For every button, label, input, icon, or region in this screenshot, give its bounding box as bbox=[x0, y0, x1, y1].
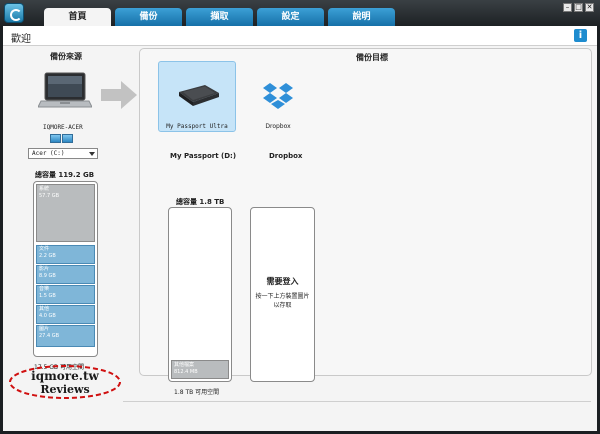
watermark-line1: iqmore.tw bbox=[31, 369, 99, 383]
segment-other: 其他 4.0 GB bbox=[36, 305, 95, 324]
tab-retrieve[interactable]: 擷取 bbox=[186, 8, 253, 26]
drive-select[interactable]: Acer (C:) bbox=[28, 148, 98, 159]
source-refresh-button[interactable] bbox=[62, 134, 73, 143]
info-icon[interactable]: i bbox=[574, 29, 587, 42]
segment-size: 8.9 GB bbox=[39, 273, 56, 279]
system-segment-label: 系統 bbox=[39, 186, 50, 192]
segment-label: 圖片 bbox=[39, 326, 50, 332]
segment-music: 音樂 1.5 GB bbox=[36, 285, 95, 304]
segment-size: 27.4 GB bbox=[39, 333, 60, 339]
other-files-label: 其他檔案 bbox=[174, 362, 195, 368]
hard-drive-icon bbox=[179, 85, 219, 106]
segment-label: 影片 bbox=[39, 266, 50, 272]
device-card-my-passport[interactable]: My Passport Ultra bbox=[158, 61, 236, 132]
segment-label: 文件 bbox=[39, 246, 50, 252]
app-logo-icon bbox=[4, 3, 24, 23]
header-bar: 歡迎 i bbox=[3, 26, 597, 46]
system-segment: 系統 57.7 GB bbox=[36, 184, 95, 242]
source-usage-column: 系統 57.7 GB 文件 2.2 GB 影片 8.9 GB 音樂 1.5 GB… bbox=[33, 181, 98, 357]
system-segment-size: 57.7 GB bbox=[39, 193, 60, 199]
segment-photos: 圖片 27.4 GB bbox=[36, 325, 95, 347]
watermark-logo: iqmore.tw Reviews bbox=[9, 365, 121, 399]
source-title: 備份來源 bbox=[50, 52, 82, 61]
tab-help[interactable]: 說明 bbox=[328, 8, 395, 26]
close-button[interactable]: ✕ bbox=[585, 3, 594, 12]
destination-capacity-label: 總容量 1.8 TB bbox=[176, 198, 225, 206]
category-segments: 文件 2.2 GB 影片 8.9 GB 音樂 1.5 GB 其他 4.0 GB … bbox=[36, 245, 95, 348]
login-required-description: 按一下上方裝置圖片以存取 bbox=[255, 293, 310, 309]
other-files-size: 812.4 MB bbox=[174, 369, 198, 375]
segment-size: 2.2 GB bbox=[39, 253, 56, 259]
drive-select-value: Acer (C:) bbox=[32, 150, 65, 157]
segment-videos: 影片 8.9 GB bbox=[36, 265, 95, 284]
minimize-button[interactable]: – bbox=[563, 3, 572, 12]
device-name: My Passport (D:) bbox=[170, 152, 237, 160]
segment-documents: 文件 2.2 GB bbox=[36, 245, 95, 264]
source-buttons bbox=[50, 134, 73, 143]
chevron-down-icon bbox=[89, 152, 95, 156]
device-card-label: My Passport Ultra bbox=[166, 123, 228, 130]
segment-size: 1.5 GB bbox=[39, 293, 56, 299]
dropbox-label: Dropbox bbox=[265, 123, 291, 130]
source-capacity-label: 總容量 119.2 GB bbox=[35, 171, 95, 179]
source-option-button[interactable] bbox=[50, 134, 61, 143]
login-required-title: 需要登入 bbox=[266, 277, 299, 286]
computer-name: IQMORE-ACER bbox=[43, 124, 83, 131]
page-title: 歡迎 bbox=[11, 34, 31, 45]
destination-panel: 備份目標 My Passport Ultra Dropbox My Passpo… bbox=[139, 48, 592, 396]
dropbox-usage-column[interactable]: 需要登入 按一下上方裝置圖片以存取 bbox=[250, 207, 315, 382]
segment-label: 音樂 bbox=[39, 286, 50, 292]
tab-home[interactable]: 首頁 bbox=[44, 8, 111, 26]
tab-backup[interactable]: 備份 bbox=[115, 8, 182, 26]
destination-title: 備份目標 bbox=[356, 53, 388, 62]
main-tabs: 首頁 備份 擷取 設定 說明 bbox=[44, 8, 395, 26]
window-controls: – □ ✕ bbox=[563, 3, 594, 12]
arrow-right-icon bbox=[101, 81, 137, 109]
watermark-line2: Reviews bbox=[40, 383, 89, 396]
bottom-divider bbox=[123, 401, 591, 402]
device-free-space: 1.8 TB 可用空間 bbox=[174, 389, 220, 396]
maximize-button[interactable]: □ bbox=[574, 3, 583, 12]
segment-label: 其他 bbox=[39, 306, 50, 312]
title-bar: 首頁 備份 擷取 設定 說明 – □ ✕ bbox=[0, 0, 600, 26]
laptop-icon bbox=[38, 72, 92, 108]
device-usage-column: 其他檔案 812.4 MB bbox=[168, 207, 232, 382]
other-files-segment: 其他檔案 812.4 MB bbox=[171, 360, 229, 379]
dropbox-icon[interactable] bbox=[262, 82, 294, 110]
segment-size: 4.0 GB bbox=[39, 313, 56, 319]
tab-settings[interactable]: 設定 bbox=[257, 8, 324, 26]
dropbox-name: Dropbox bbox=[269, 152, 303, 160]
